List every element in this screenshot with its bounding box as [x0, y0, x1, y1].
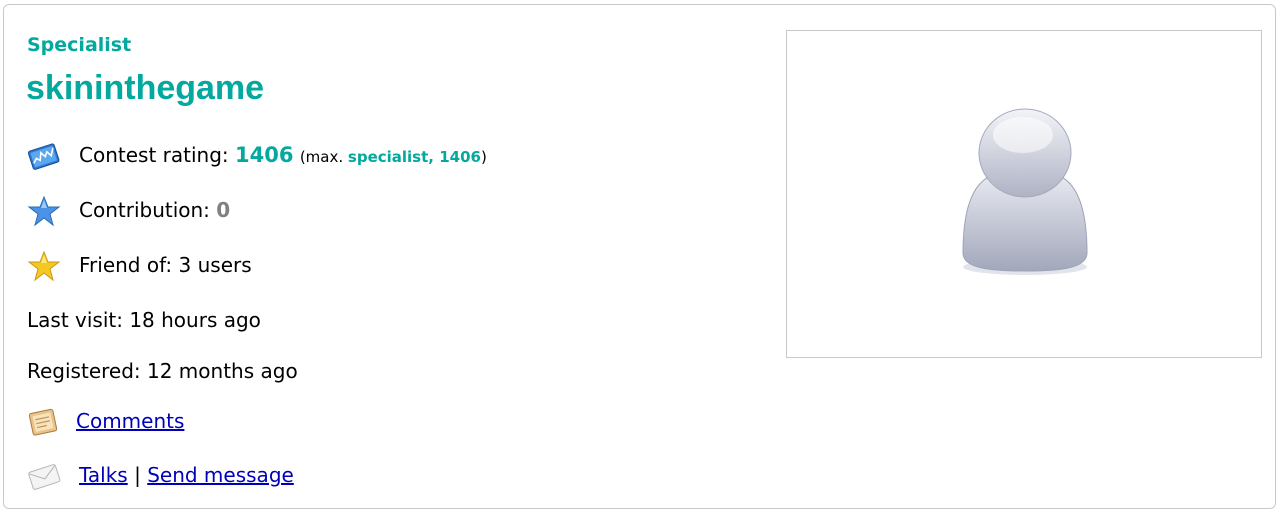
comments-note-icon — [28, 408, 58, 436]
registered-date: Registered: 12 months ago — [27, 359, 298, 383]
rating-label: Contest rating: — [79, 143, 229, 167]
contribution-label: Contribution: — [79, 198, 210, 222]
last-visit: Last visit: 18 hours ago — [27, 308, 261, 332]
talks-link[interactable]: Talks — [79, 463, 128, 487]
rating-chart-icon — [27, 143, 60, 170]
rating-value: 1406 — [235, 143, 294, 167]
blue-star-icon — [27, 195, 61, 227]
link-separator: | — [134, 463, 141, 487]
user-avatar — [786, 30, 1262, 358]
gold-star-icon — [27, 250, 61, 282]
rating-max-value: specialist, 1406 — [347, 148, 481, 166]
user-handle[interactable]: skininthegame — [26, 68, 264, 108]
rating-max-suffix: ) — [480, 148, 487, 166]
send-message-link[interactable]: Send message — [147, 463, 294, 487]
contribution-value: 0 — [216, 198, 231, 222]
rating-max-prefix: (max. — [299, 148, 344, 166]
comments-link[interactable]: Comments — [76, 409, 184, 433]
friend-of-text: Friend of: 3 users — [79, 253, 252, 277]
default-avatar-icon — [962, 108, 1088, 275]
envelope-icon — [28, 464, 61, 490]
profile-card: Specialist skininthegame Contest rating:… — [3, 4, 1276, 509]
user-rank: Specialist — [27, 34, 132, 56]
